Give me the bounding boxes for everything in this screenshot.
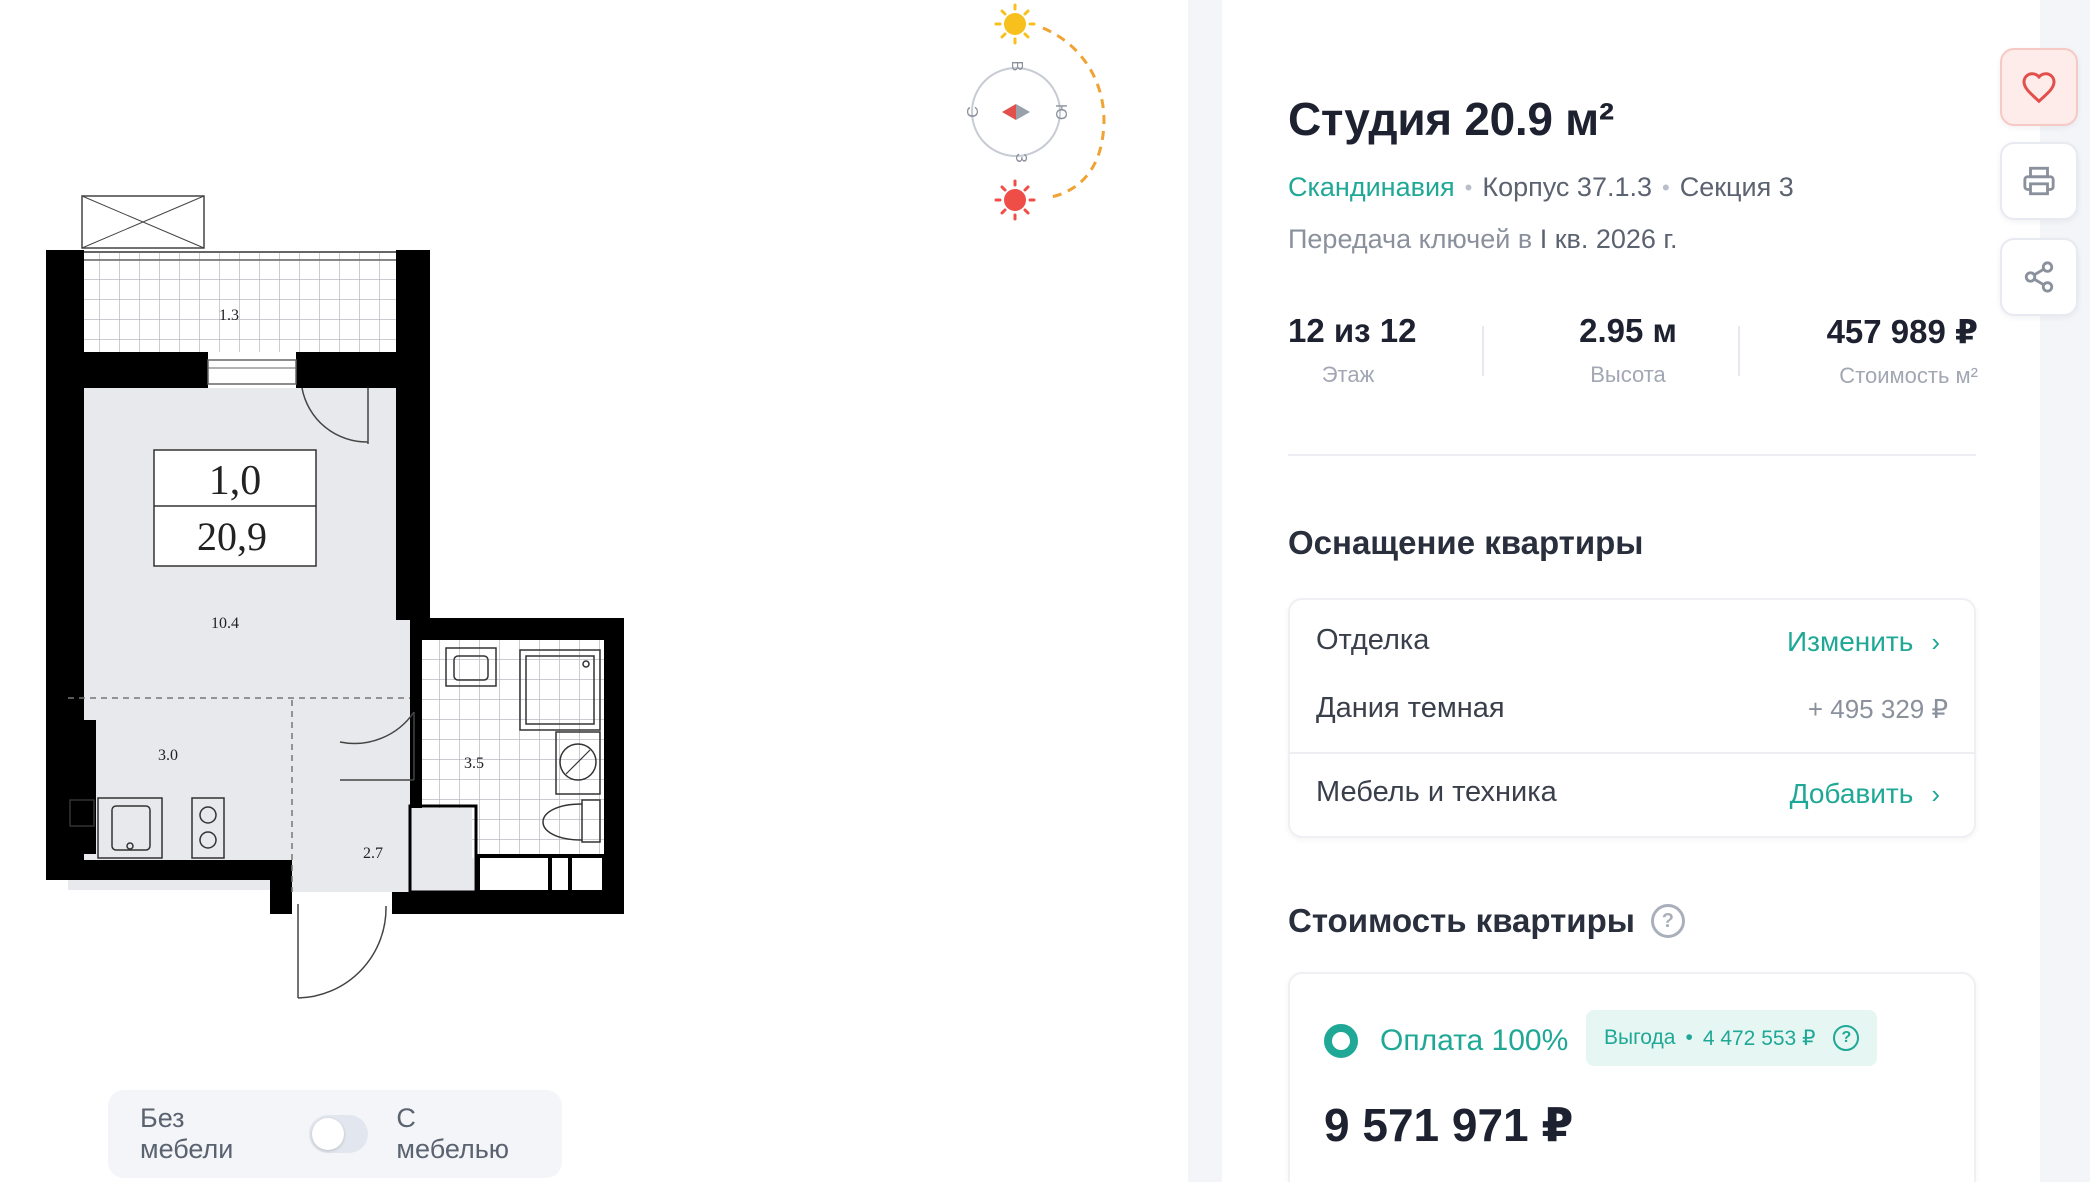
share-button[interactable] — [2000, 238, 2078, 316]
hall-area-label: 2.7 — [363, 845, 383, 862]
evening-sun-icon — [994, 179, 1036, 221]
separator-dot: • — [1685, 1026, 1693, 1049]
compass-north: С — [965, 106, 982, 118]
section-divider — [1288, 454, 1976, 456]
stat-value: 457 989 ₽ — [1826, 313, 1978, 350]
summary-top-label: 1,0 — [209, 458, 262, 504]
building-label: Корпус 37.1.3 — [1482, 172, 1652, 202]
finish-option-price: + 495 329 ₽ — [1807, 694, 1948, 724]
apartment-info-panel: Студия 20.9 м² Скандинавия • Корпус 37.1… — [1222, 0, 2040, 1182]
floor-plan: 1,0 20,9 1.3 10.4 3.0 3.5 2.7 С В Ю З — [46, 3, 1106, 999]
share-icon — [2024, 261, 2054, 293]
compass-south: Ю — [1052, 104, 1069, 120]
page-title: Студия 20.9 м² — [1288, 93, 1614, 145]
favorite-button[interactable] — [2000, 48, 2078, 126]
stat-value: 2.95 м — [1579, 312, 1677, 349]
balcony-area-label: 1.3 — [219, 307, 239, 324]
change-finish-label: Изменить — [1787, 626, 1914, 657]
apartment-stats: 12 из 12 Этаж 2.95 м Высота 457 989 ₽ Ст… — [1288, 312, 1978, 392]
handover-info: Передача ключей в I кв. 2026 г. — [1288, 224, 1677, 255]
balcony-box-icon — [81, 195, 205, 249]
furniture-card: Мебель и техника Добавить › — [1288, 754, 1976, 838]
add-furniture-button[interactable]: Добавить › — [1790, 778, 1940, 810]
furniture-toggle: Без мебели С мебелью — [108, 1090, 562, 1178]
change-finish-button[interactable]: Изменить › — [1787, 626, 1940, 658]
floor-plan-area: 1,0 20,9 1.3 10.4 3.0 3.5 2.7 С В Ю З Бе… — [0, 0, 1188, 1182]
handover-prefix: Передача ключей в — [1288, 224, 1533, 254]
separator-dot: • — [1662, 174, 1670, 200]
price-card: Оплата 100% Выгода • 4 472 553 ₽ ? 9 571… — [1288, 972, 1976, 1182]
benefit-value: 4 472 553 ₽ — [1702, 1026, 1816, 1050]
benefit-label: Выгода — [1604, 1026, 1676, 1049]
chevron-right-icon: › — [1931, 778, 1940, 809]
add-furniture-label: Добавить — [1789, 778, 1914, 809]
switch-knob — [312, 1118, 345, 1150]
price-heading-label: Стоимость квартиры — [1288, 902, 1635, 939]
handover-value: I кв. 2026 г. — [1539, 224, 1678, 254]
kitchen-area-label: 3.0 — [158, 747, 178, 764]
compass-west: З — [1012, 153, 1029, 163]
stat-value: 12 из 12 — [1288, 312, 1417, 349]
stat-price-per-m2: 457 989 ₽ Стоимость м² — [1808, 312, 1978, 389]
equipment-heading: Оснащение квартиры — [1288, 524, 1644, 561]
panel-divider — [1188, 0, 1222, 1182]
morning-sun-icon — [994, 3, 1036, 45]
chevron-right-icon: › — [1931, 626, 1940, 657]
with-furniture-label[interactable]: С мебелью — [396, 1103, 530, 1165]
living-area-label: 10.4 — [211, 615, 239, 632]
separator-dot: • — [1464, 174, 1473, 200]
furniture-switch[interactable] — [309, 1115, 369, 1153]
print-button[interactable] — [2000, 142, 2078, 220]
compass-icon: С В Ю З — [965, 26, 1106, 200]
without-furniture-label[interactable]: Без мебели — [140, 1103, 279, 1165]
heart-icon — [2022, 72, 2056, 104]
stat-divider — [1482, 326, 1484, 376]
stat-floor: 12 из 12 Этаж — [1288, 312, 1417, 388]
total-price: 9 571 971 ₽ — [1324, 1099, 1574, 1151]
finish-option-label: Дания темная — [1316, 692, 1505, 724]
question-icon[interactable]: ? — [1833, 1025, 1860, 1051]
balcony-floor — [82, 252, 396, 352]
summary-bottom-label: 20,9 — [197, 514, 267, 559]
section-label: Секция 3 — [1679, 172, 1794, 202]
bathroom-area-label: 3.5 — [464, 755, 484, 772]
finish-label: Отделка — [1316, 624, 1430, 656]
question-icon[interactable]: ? — [1650, 904, 1685, 938]
location-breadcrumb: Скандинавия • Корпус 37.1.3 • Секция 3 — [1288, 172, 1794, 203]
full-payment-radio[interactable] — [1324, 1024, 1358, 1058]
stat-label: Этаж — [1321, 362, 1375, 387]
finish-card: Отделка Изменить › Дания темная + 495 32… — [1288, 598, 1976, 754]
stat-label: Высота — [1590, 362, 1666, 387]
stat-divider — [1738, 326, 1740, 376]
price-heading: Стоимость квартиры ? — [1288, 902, 1685, 940]
stat-label: Стоимость м² — [1839, 363, 1978, 388]
stat-height: 2.95 м Высота — [1528, 312, 1728, 388]
full-payment-label[interactable]: Оплата 100% — [1380, 1024, 1568, 1058]
complex-link[interactable]: Скандинавия — [1288, 172, 1455, 203]
furniture-label: Мебель и техника — [1316, 776, 1557, 808]
compass-east: В — [1008, 61, 1025, 72]
printer-icon — [2023, 166, 2055, 196]
benefit-badge: Выгода • 4 472 553 ₽ ? — [1586, 1010, 1878, 1066]
